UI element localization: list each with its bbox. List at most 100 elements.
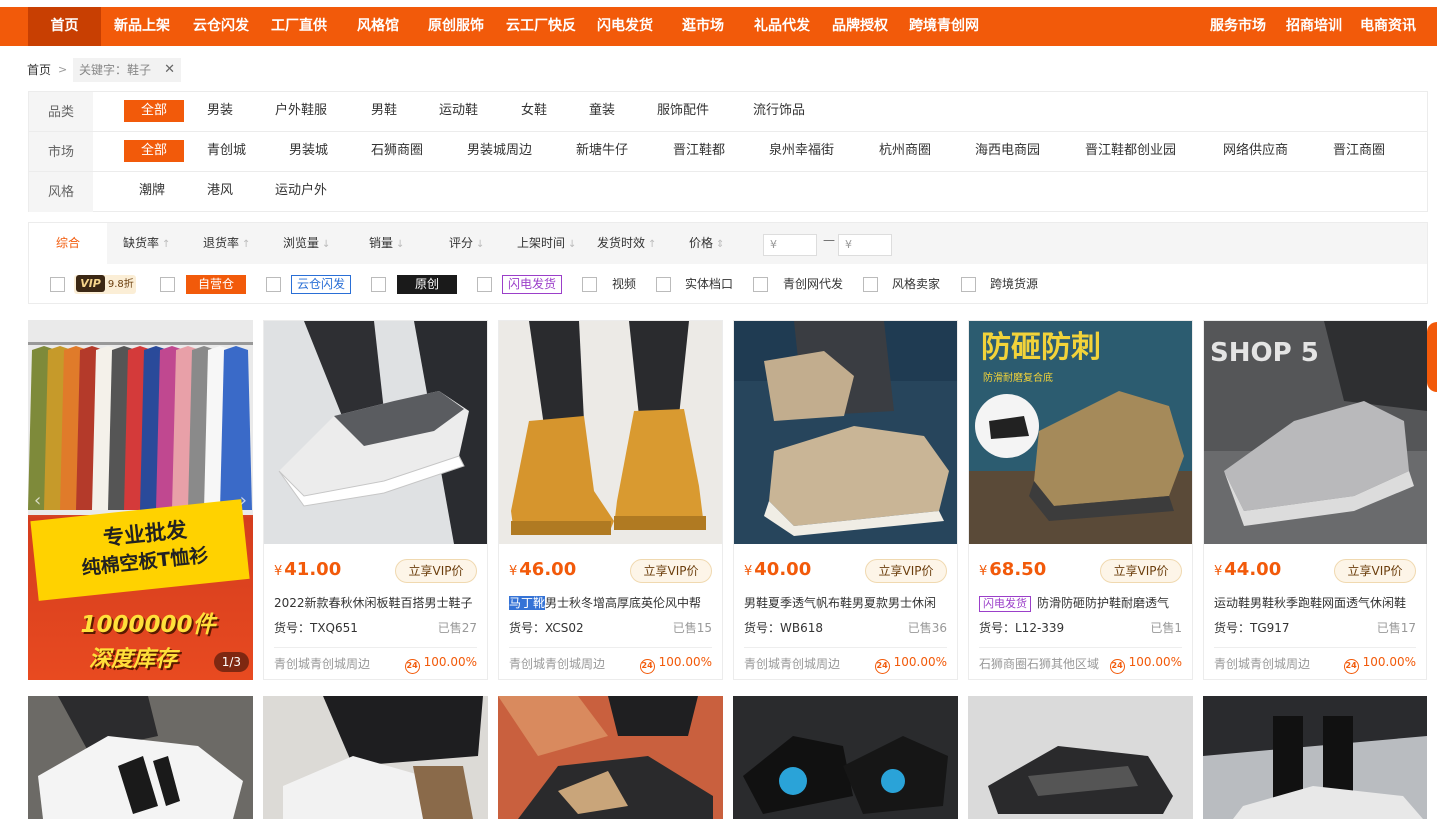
chevron-right-icon[interactable]: › bbox=[240, 490, 247, 511]
vip-price-button[interactable]: 立享VIP价 bbox=[865, 559, 947, 583]
vip-price-button[interactable]: 立享VIP价 bbox=[1334, 559, 1416, 583]
filter-category-option[interactable]: 户外鞋服 bbox=[275, 100, 327, 122]
product-card[interactable]: ¥41.00 立享VIP价 2022新款春秋休闲板鞋百搭男士鞋子 货号：TXQ6… bbox=[263, 320, 488, 680]
filter-category-option[interactable]: 男装 bbox=[207, 100, 233, 122]
vip-price-button[interactable]: 立享VIP价 bbox=[1100, 559, 1182, 583]
product-card[interactable]: ¥40.00 立享VIP价 男鞋夏季透气帆布鞋男夏款男士休闲 货号：WB618 … bbox=[733, 320, 958, 680]
product-title[interactable]: 2022新款春秋休闲板鞋百搭男士鞋子 bbox=[274, 595, 479, 611]
title-text: 男士秋冬增高厚底英伦风中帮 bbox=[545, 596, 702, 610]
filter-market-option[interactable]: 泉州幸福街 bbox=[769, 140, 834, 162]
nav-market[interactable]: 逛市场 bbox=[682, 7, 724, 46]
sort-rating[interactable]: 评分 ↓ bbox=[449, 223, 484, 264]
product-card[interactable]: ¥46.00 立享VIP价 马丁靴男士秋冬增高厚底英伦风中帮 货号：XCS02 … bbox=[498, 320, 723, 680]
nav-flash-delivery[interactable]: 闪电发货 bbox=[597, 7, 653, 46]
checkbox-cloud[interactable] bbox=[266, 277, 281, 292]
filter-market-option[interactable]: 海西电商园 bbox=[975, 140, 1040, 162]
sort-sales[interactable]: 销量 ↓ bbox=[369, 223, 404, 264]
filter-style-option[interactable]: 运动户外 bbox=[275, 180, 327, 202]
checkbox-vip[interactable] bbox=[50, 277, 65, 292]
breadcrumb-home[interactable]: 首页 bbox=[27, 58, 51, 82]
filter-market-option[interactable]: 新塘牛仔 bbox=[576, 140, 628, 162]
product-card[interactable] bbox=[1203, 696, 1427, 819]
filter-category-option[interactable]: 服饰配件 bbox=[657, 100, 709, 122]
chevron-left-icon[interactable]: ‹ bbox=[34, 490, 41, 511]
sort-listed[interactable]: 上架时间 ↓ bbox=[517, 223, 576, 264]
filter-market-all[interactable]: 全部 bbox=[124, 140, 184, 162]
nav-recruit[interactable]: 招商培训 bbox=[1286, 7, 1342, 46]
delivery-rate: 24 100.00% bbox=[639, 655, 712, 674]
filter-market-option[interactable]: 晋江商圈 bbox=[1333, 140, 1385, 162]
sort-return[interactable]: 退货率 ↑ bbox=[203, 223, 250, 264]
filter-category-option[interactable]: 运动鞋 bbox=[439, 100, 478, 122]
sort-views[interactable]: 浏览量 ↓ bbox=[283, 223, 330, 264]
nav-gift[interactable]: 礼品代发 bbox=[754, 7, 810, 46]
nav-cloud-factory[interactable]: 云工厂快反 bbox=[506, 7, 576, 46]
filter-market-option[interactable]: 晋江鞋都 bbox=[673, 140, 725, 162]
filter-market-option[interactable]: 晋江鞋都创业园 bbox=[1085, 140, 1176, 162]
product-market[interactable]: 青创城青创城周边 bbox=[744, 655, 840, 672]
filter-market-option[interactable]: 石狮商圈 bbox=[371, 140, 423, 162]
product-title[interactable]: 男鞋夏季透气帆布鞋男夏款男士休闲 bbox=[744, 595, 949, 611]
nav-new[interactable]: 新品上架 bbox=[114, 7, 170, 46]
product-card[interactable] bbox=[733, 696, 958, 819]
nav-service[interactable]: 服务市场 bbox=[1210, 7, 1266, 46]
product-card[interactable] bbox=[263, 696, 488, 819]
product-title[interactable]: 马丁靴男士秋冬增高厚底英伦风中帮 bbox=[509, 595, 714, 611]
sort-price[interactable]: 价格 ⇕ bbox=[689, 223, 724, 264]
sort-composite[interactable]: 综合 bbox=[29, 223, 107, 265]
promo-banner[interactable]: 专业批发 纯棉空板T恤衫 1000000件 深度库存 ‹ › 1/3 bbox=[28, 320, 253, 680]
filter-style-option[interactable]: 港风 bbox=[207, 180, 233, 202]
product-code: 货号：TG917 bbox=[1214, 621, 1290, 635]
filter-market-option[interactable]: 杭州商圈 bbox=[879, 140, 931, 162]
price-max-input[interactable]: ¥ bbox=[838, 234, 892, 256]
product-title[interactable]: 闪电发货 防滑防砸防护鞋耐磨透气 bbox=[979, 595, 1184, 612]
filter-category-option[interactable]: 女鞋 bbox=[521, 100, 547, 122]
checkbox-self[interactable] bbox=[160, 277, 175, 292]
product-card[interactable] bbox=[498, 696, 723, 819]
nav-brand[interactable]: 品牌授权 bbox=[832, 7, 888, 46]
filter-category-option[interactable]: 男鞋 bbox=[371, 100, 397, 122]
filter-style-option[interactable]: 潮牌 bbox=[139, 180, 165, 202]
sort-label: 价格 bbox=[689, 236, 714, 250]
nav-factory[interactable]: 工厂直供 bbox=[271, 7, 327, 46]
nav-news[interactable]: 电商资讯 bbox=[1360, 7, 1416, 46]
checkbox-seller[interactable] bbox=[863, 277, 878, 292]
product-market[interactable]: 青创城青创城周边 bbox=[509, 655, 605, 672]
product-card[interactable]: 防砸防刺 防滑耐磨复合底 ¥68.50 立享VIP价 闪电发货 防滑防砸防护鞋耐磨… bbox=[968, 320, 1193, 680]
checkbox-cross[interactable] bbox=[961, 277, 976, 292]
filter-category-option[interactable]: 流行饰品 bbox=[753, 100, 805, 122]
vip-price-button[interactable]: 立享VIP价 bbox=[630, 559, 712, 583]
checkbox-original[interactable] bbox=[371, 277, 386, 292]
checkbox-flash[interactable] bbox=[477, 277, 492, 292]
product-price: ¥68.50 bbox=[979, 559, 1046, 580]
sort-stockout[interactable]: 缺货率 ↑ bbox=[123, 223, 170, 264]
nav-cloud-flash[interactable]: 云仓闪发 bbox=[193, 7, 249, 46]
close-icon[interactable]: ✕ bbox=[164, 58, 175, 82]
side-float-tab[interactable] bbox=[1427, 322, 1437, 392]
product-card[interactable] bbox=[28, 696, 253, 819]
product-card[interactable] bbox=[968, 696, 1193, 819]
vip-price-button[interactable]: 立享VIP价 bbox=[395, 559, 477, 583]
nav-home[interactable]: 首页 bbox=[28, 7, 101, 46]
sort-delivery[interactable]: 发货时效 ↑ bbox=[597, 223, 656, 264]
checkbox-store[interactable] bbox=[656, 277, 671, 292]
price-min-input[interactable]: ¥ bbox=[763, 234, 817, 256]
filter-market-option[interactable]: 青创城 bbox=[207, 140, 246, 162]
nav-original[interactable]: 原创服饰 bbox=[428, 7, 484, 46]
nav-style-hall[interactable]: 风格馆 bbox=[357, 7, 399, 46]
product-market[interactable]: 青创城青创城周边 bbox=[274, 655, 370, 672]
filter-category-option[interactable]: 童装 bbox=[589, 100, 615, 122]
product-title[interactable]: 运动鞋男鞋秋季跑鞋网面透气休闲鞋 bbox=[1214, 595, 1419, 611]
checkbox-agent[interactable] bbox=[753, 277, 768, 292]
filter-category-all[interactable]: 全部 bbox=[124, 100, 184, 122]
filter-market-option[interactable]: 男装城 bbox=[289, 140, 328, 162]
checkbox-video[interactable] bbox=[582, 277, 597, 292]
nav-crossborder[interactable]: 跨境青创网 bbox=[909, 7, 979, 46]
product-card[interactable]: SHOP 5 ¥44.00 立享VIP价 运动鞋男鞋秋季跑鞋网面透气休闲鞋 货号… bbox=[1203, 320, 1427, 680]
filter-market-option[interactable]: 男装城周边 bbox=[467, 140, 532, 162]
product-market[interactable]: 青创城青创城周边 bbox=[1214, 655, 1310, 672]
filter-label-category: 品类 bbox=[29, 92, 93, 131]
filter-market-option[interactable]: 网络供应商 bbox=[1223, 140, 1288, 162]
image-wall-text: SHOP 5 bbox=[1210, 338, 1319, 368]
product-market[interactable]: 石狮商圈石狮其他区域 bbox=[979, 655, 1099, 672]
